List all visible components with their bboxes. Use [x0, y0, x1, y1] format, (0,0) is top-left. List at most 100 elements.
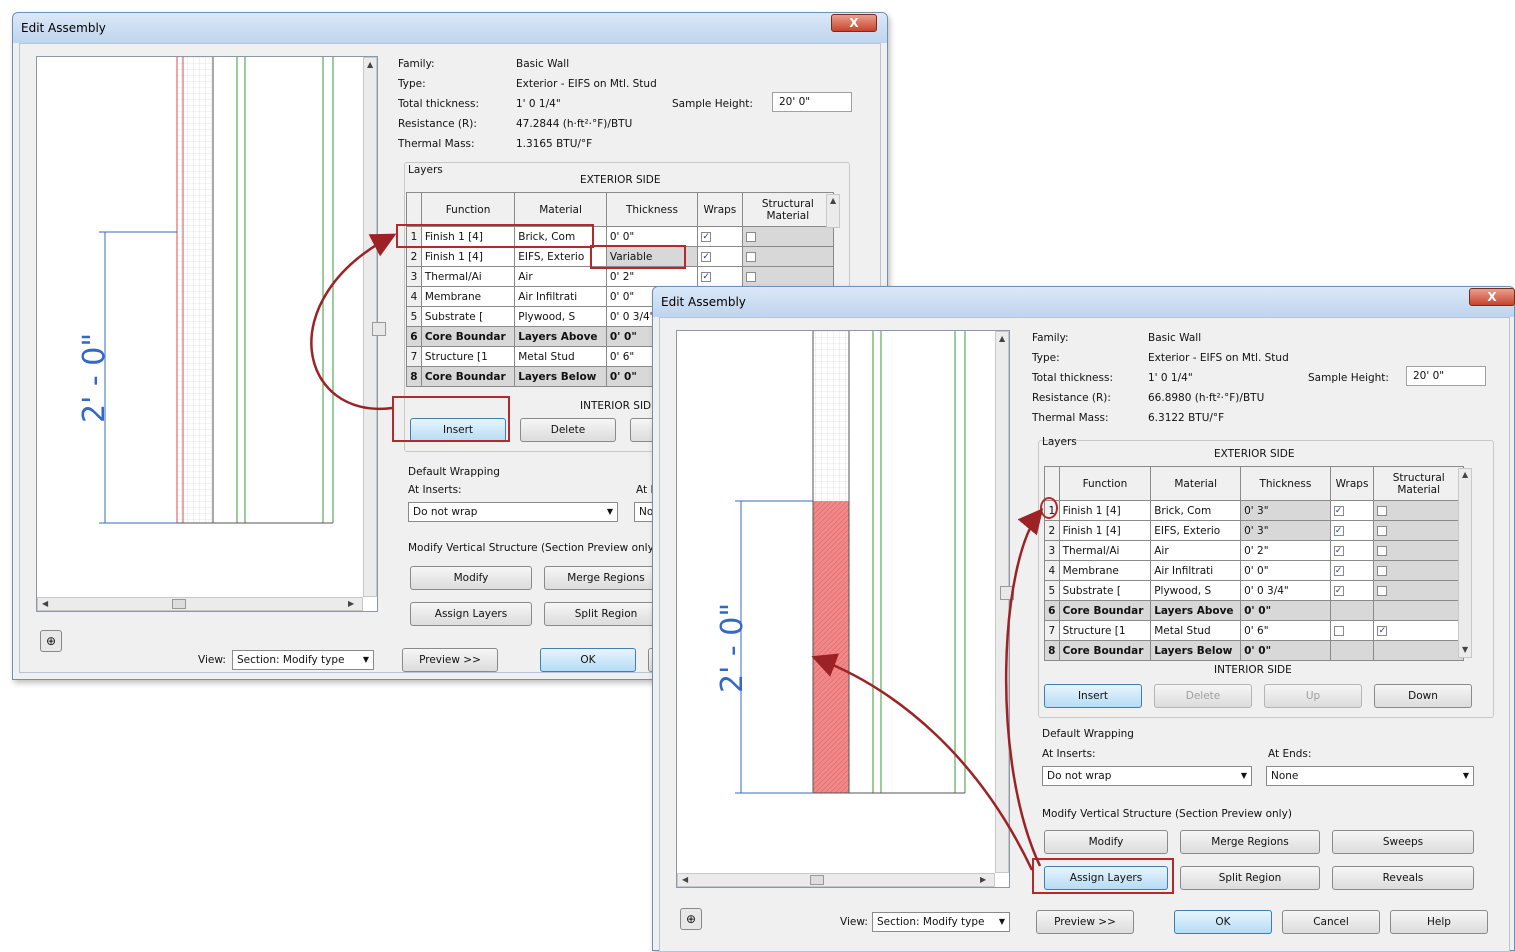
chevron-down-icon: ▼ [1462, 771, 1469, 780]
sample-height-input[interactable]: 20' 0" [772, 92, 852, 112]
column-header-function[interactable]: Function [420, 192, 516, 227]
zoom-icon[interactable]: ⊕ [40, 630, 62, 652]
column-header-structural-material[interactable]: Structural Material [1373, 466, 1464, 501]
preview-splitter[interactable] [372, 322, 386, 336]
wraps-checkbox[interactable] [1333, 625, 1344, 636]
modify-vertical-label: Modify Vertical Structure (Section Previ… [1042, 808, 1292, 820]
column-header-function[interactable]: Function [1058, 466, 1152, 501]
preview-button[interactable]: Preview >> [1036, 910, 1134, 934]
default-wrapping-label: Default Wrapping [1042, 728, 1134, 740]
sweeps-button[interactable]: Sweeps [1332, 830, 1474, 854]
table-row[interactable]: 3 Thermal/Ai Air 0' 2" ✓ [1044, 540, 1464, 561]
delete-button[interactable]: Delete [1154, 684, 1252, 708]
structural-checkbox[interactable] [745, 231, 756, 242]
column-header-wraps[interactable]: Wraps [1329, 466, 1375, 501]
delete-button[interactable]: Delete [520, 418, 616, 442]
table-row[interactable]: 2 Finish 1 [4] EIFS, Exterio 0' 3" ✓ [1044, 520, 1464, 541]
merge-regions-button[interactable]: Merge Regions [544, 566, 668, 590]
dialog-title: Edit Assembly [21, 21, 106, 35]
wraps-checkbox[interactable]: ✓ [1333, 525, 1344, 536]
table-row[interactable]: 4 Membrane Air Infiltrati 0' 0" ✓ [1044, 560, 1464, 581]
structural-checkbox[interactable] [1377, 505, 1388, 516]
layers-table-scrollbar[interactable]: ▲ [826, 194, 840, 228]
section-preview[interactable]: 2' - 0" ▲ ◀ ▶ [36, 56, 378, 612]
table-row[interactable]: 8 Core Boundar Layers Below 0' 0" [1044, 640, 1464, 661]
cancel-button[interactable]: Cancel [1282, 910, 1380, 934]
wraps-checkbox[interactable]: ✓ [1333, 585, 1344, 596]
preview-horizontal-scrollbar[interactable]: ◀ ▶ [677, 873, 995, 887]
close-button[interactable]: X [1469, 288, 1515, 306]
insert-button[interactable]: Insert [1044, 684, 1142, 708]
chevron-down-icon: ▼ [1240, 771, 1247, 780]
wraps-checkbox[interactable]: ✓ [701, 251, 712, 262]
zoom-icon[interactable]: ⊕ [680, 908, 702, 930]
preview-vertical-scrollbar[interactable]: ▲ [995, 331, 1009, 873]
table-row[interactable]: 7 Structure [1 Metal Stud 0' 6" ✓ [1044, 620, 1464, 641]
at-ends-select[interactable]: None ▼ [1266, 766, 1474, 786]
close-button[interactable]: X [831, 14, 877, 32]
title-bar: Edit Assembly X [653, 287, 1515, 317]
structural-checkbox[interactable] [1377, 565, 1388, 576]
column-header-thickness[interactable]: Thickness [605, 192, 699, 227]
at-inserts-label: At Inserts: [408, 484, 462, 496]
interior-side-label: INTERIOR SIDE [1214, 664, 1292, 676]
ok-button[interactable]: OK [540, 648, 636, 672]
split-region-button[interactable]: Split Region [1180, 866, 1320, 890]
highlight-row-1-circle [1040, 497, 1058, 519]
column-header-wraps[interactable]: Wraps [697, 192, 743, 227]
column-header-thickness[interactable]: Thickness [1240, 466, 1331, 501]
table-row[interactable]: 6 Core Boundar Layers Above 0' 0" [1044, 600, 1464, 621]
dialog-body: 2' - 0" ▲ ◀ ▶ ⊕ View: Section: Modify ty… [659, 317, 1510, 952]
section-preview[interactable]: 2' - 0" ▲ ◀ ▶ [676, 330, 1010, 888]
help-button[interactable]: Help [1390, 910, 1488, 934]
merge-regions-button[interactable]: Merge Regions [1180, 830, 1320, 854]
column-header-material[interactable]: Material [1150, 466, 1242, 501]
up-button[interactable]: Up [1264, 684, 1362, 708]
wraps-checkbox[interactable]: ✓ [1333, 505, 1344, 516]
at-inserts-label: At Inserts: [1042, 748, 1096, 760]
view-select[interactable]: Section: Modify type ▼ [872, 912, 1010, 932]
view-label: View: [840, 916, 868, 928]
thermal-mass-label: Thermal Mass: [398, 138, 475, 150]
at-inserts-select[interactable]: Do not wrap ▼ [408, 502, 618, 522]
structural-checkbox[interactable] [1377, 585, 1388, 596]
view-select[interactable]: Section: Modify type ▼ [232, 650, 374, 670]
edit-assembly-dialog-front: Edit Assembly X 2' - 0" ▲ ◀ ▶ ⊕ View: Se… [652, 286, 1515, 952]
title-bar: Edit Assembly X [13, 13, 887, 43]
wraps-checkbox[interactable]: ✓ [701, 231, 712, 242]
wraps-checkbox[interactable]: ✓ [1333, 565, 1344, 576]
type-label: Type: [398, 78, 426, 90]
structural-checkbox[interactable] [1377, 545, 1388, 556]
total-thickness-label: Total thickness: [398, 98, 479, 110]
split-region-button[interactable]: Split Region [544, 602, 668, 626]
column-header-material[interactable]: Material [514, 192, 607, 227]
down-button[interactable]: Down [1374, 684, 1472, 708]
structural-checkbox[interactable] [745, 251, 756, 262]
ok-button[interactable]: OK [1174, 910, 1272, 934]
modify-button[interactable]: Modify [410, 566, 532, 590]
layers-table[interactable]: Function Material Thickness Wraps Struct… [1044, 466, 1464, 661]
exterior-side-label: EXTERIOR SIDE [1214, 448, 1295, 460]
column-header-structural-material[interactable]: Structural Material [741, 192, 835, 227]
thermal-mass-value: 1.3165 BTU/°F [516, 138, 593, 150]
table-row[interactable]: 1 Finish 1 [4] Brick, Com 0' 3" ✓ [1044, 500, 1464, 521]
wraps-checkbox[interactable]: ✓ [1333, 545, 1344, 556]
structural-checkbox[interactable]: ✓ [1377, 625, 1388, 636]
chevron-down-icon: ▼ [998, 917, 1005, 926]
reveals-button[interactable]: Reveals [1332, 866, 1474, 890]
preview-button[interactable]: Preview >> [402, 648, 498, 672]
modify-button[interactable]: Modify [1044, 830, 1168, 854]
table-row[interactable]: 3 Thermal/Ai Air 0' 2" ✓ [406, 266, 835, 287]
preview-horizontal-scrollbar[interactable]: ◀ ▶ [37, 597, 363, 611]
sample-height-input[interactable]: 20' 0" [1406, 366, 1486, 386]
highlight-row-1 [396, 224, 594, 248]
table-row[interactable]: 5 Substrate [Plywood, S 0' 0 3/4" ✓ [1044, 580, 1464, 601]
structural-checkbox[interactable] [1377, 525, 1388, 536]
assign-layers-button[interactable]: Assign Layers [410, 602, 532, 626]
at-inserts-select[interactable]: Do not wrap ▼ [1042, 766, 1252, 786]
wraps-checkbox[interactable]: ✓ [701, 271, 712, 282]
layers-table-scrollbar[interactable]: ▲ ▼ [1458, 468, 1472, 658]
structural-checkbox[interactable] [745, 271, 756, 282]
total-thickness-value: 1' 0 1/4" [1148, 372, 1193, 384]
preview-splitter[interactable] [1000, 586, 1014, 600]
